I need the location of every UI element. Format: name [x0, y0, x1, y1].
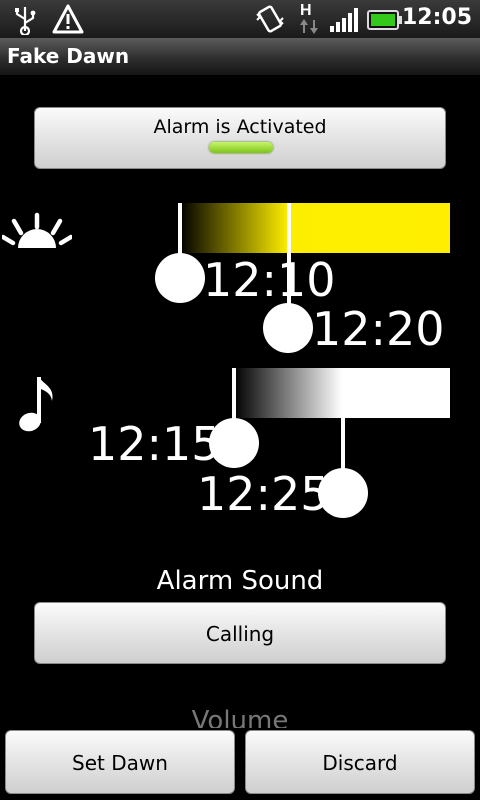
- discard-button[interactable]: Discard: [245, 730, 475, 794]
- light-gradient-bar: [180, 203, 450, 253]
- light-start-handle[interactable]: [155, 253, 205, 303]
- app-title: Fake Dawn: [7, 44, 130, 68]
- volume-heading: Volume: [191, 706, 289, 728]
- sunrise-icon: [2, 212, 72, 248]
- hspa-data-icon: H: [298, 2, 320, 36]
- alarm-status-label: Alarm is Activated: [153, 116, 327, 138]
- music-note-icon: [19, 377, 53, 432]
- battery-icon: [367, 10, 402, 30]
- alarm-active-indicator: [209, 142, 273, 153]
- light-end-handle[interactable]: [263, 303, 313, 353]
- set-dawn-button[interactable]: Set Dawn: [5, 730, 235, 794]
- sound-end-time: 12:25: [197, 467, 330, 521]
- light-end-time: 12:20: [312, 302, 445, 356]
- sound-start-time: 12:15: [88, 417, 221, 471]
- alarm-sound-heading: Alarm Sound: [156, 566, 324, 596]
- status-bar: H 12:05: [0, 0, 480, 38]
- sound-gradient-bar: [234, 368, 450, 418]
- warning-icon: [52, 4, 84, 34]
- light-start-time: 12:10: [203, 253, 336, 307]
- network-letter: H: [300, 2, 312, 19]
- status-clock: 12:05: [401, 5, 472, 30]
- signal-icon: [330, 8, 358, 32]
- title-bar: Fake Dawn: [0, 38, 480, 76]
- alarm-toggle-button[interactable]: Alarm is Activated: [34, 107, 446, 169]
- usb-icon: [15, 7, 36, 35]
- alarm-sound-selector[interactable]: Calling: [34, 602, 446, 664]
- vibrate-icon: [256, 5, 284, 33]
